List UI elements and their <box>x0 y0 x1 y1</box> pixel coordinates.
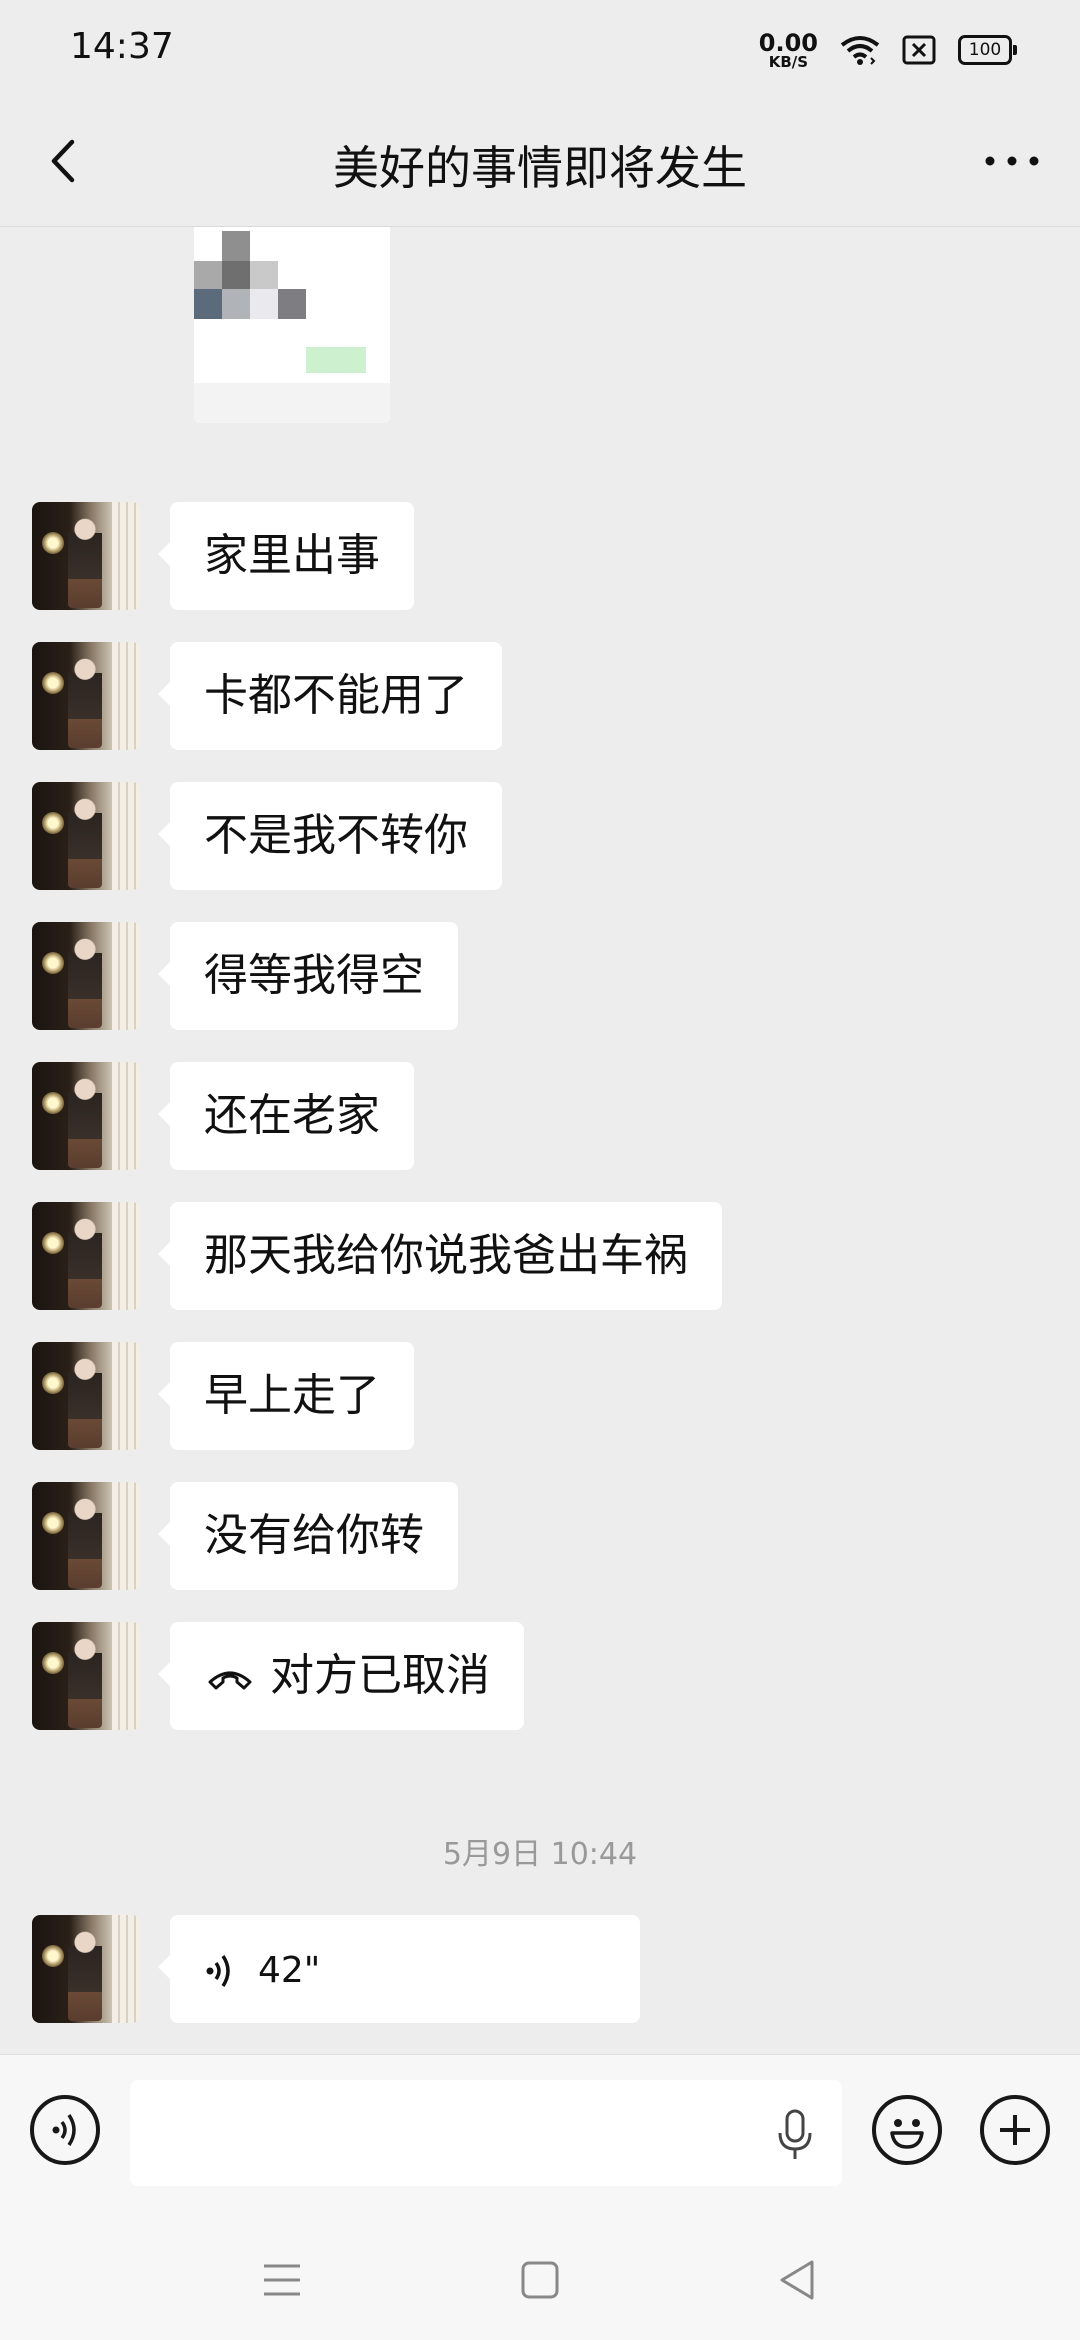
avatar[interactable] <box>32 1915 140 2023</box>
sim-blocked-icon <box>902 35 936 65</box>
message-bubble[interactable]: 那天我给你说我爸出车祸 <box>158 1202 722 1310</box>
back-triangle-icon[interactable] <box>768 2250 828 2310</box>
system-navigation-bar <box>0 2210 1080 2340</box>
message-bubble[interactable]: 还在老家 <box>158 1062 414 1170</box>
message-bubble[interactable]: 得等我得空 <box>158 922 458 1030</box>
call-cancelled-bubble[interactable]: 对方已取消 <box>158 1622 524 1730</box>
more-functions-button[interactable] <box>980 2095 1050 2165</box>
image-message-thumbnail[interactable] <box>194 227 390 423</box>
plus-icon <box>1000 2115 1030 2145</box>
voice-duration: 42" <box>258 1950 321 1991</box>
avatar[interactable] <box>32 922 140 1030</box>
status-bar: 14:37 0.00 KB/S 100 <box>0 0 1080 96</box>
voice-mode-button[interactable] <box>30 2095 100 2165</box>
voice-mode-icon <box>52 2114 76 2146</box>
chat-timestamp: 5月9日 10:44 <box>442 1837 638 1872</box>
voice-wave-icon <box>206 1955 230 1987</box>
message-bubble[interactable]: 不是我不转你 <box>158 782 502 890</box>
battery-indicator: 100 <box>958 35 1017 65</box>
network-speed-value: 0.00 <box>758 28 818 57</box>
avatar[interactable] <box>32 1482 140 1590</box>
microphone-icon[interactable] <box>770 2105 820 2165</box>
status-time: 14:37 <box>70 26 174 67</box>
emoji-button[interactable] <box>872 2095 942 2165</box>
message-bubble[interactable]: 没有给你转 <box>158 1482 458 1590</box>
chat-message-list[interactable]: 家里出事 卡都不能用了 不是我不转你 得等我得空 还在老家 那天我给你说我爸出车… <box>0 227 1080 2054</box>
home-icon[interactable] <box>510 2250 570 2310</box>
wifi-icon <box>840 36 880 65</box>
avatar[interactable] <box>32 1062 140 1170</box>
network-speed: 0.00 KB/S <box>759 31 818 70</box>
menu-icon[interactable] <box>252 2250 312 2310</box>
hang-up-icon <box>208 1671 252 1690</box>
message-input[interactable] <box>130 2080 842 2186</box>
voice-message-bubble[interactable]: 42" <box>158 1915 640 2023</box>
avatar[interactable] <box>32 642 140 750</box>
avatar[interactable] <box>32 1622 140 1730</box>
chat-header: 美好的事情即将发生 <box>0 96 1080 227</box>
status-indicators: 0.00 KB/S 100 <box>759 28 1017 72</box>
network-speed-unit: KB/S <box>768 52 809 71</box>
avatar[interactable] <box>32 1202 140 1310</box>
call-status-text: 对方已取消 <box>270 1650 490 1701</box>
message-bubble[interactable]: 早上走了 <box>158 1342 414 1450</box>
back-arrow-icon[interactable] <box>36 126 96 196</box>
avatar[interactable] <box>32 502 140 610</box>
chat-title: 美好的事情即将发生 <box>333 141 747 195</box>
emoji-icon <box>890 2119 924 2149</box>
message-bubble[interactable]: 家里出事 <box>158 502 414 610</box>
more-options-icon[interactable] <box>972 126 1052 196</box>
avatar[interactable] <box>32 782 140 890</box>
message-bubble[interactable]: 卡都不能用了 <box>158 642 502 750</box>
avatar[interactable] <box>32 1342 140 1450</box>
input-bar <box>0 2054 1080 2211</box>
